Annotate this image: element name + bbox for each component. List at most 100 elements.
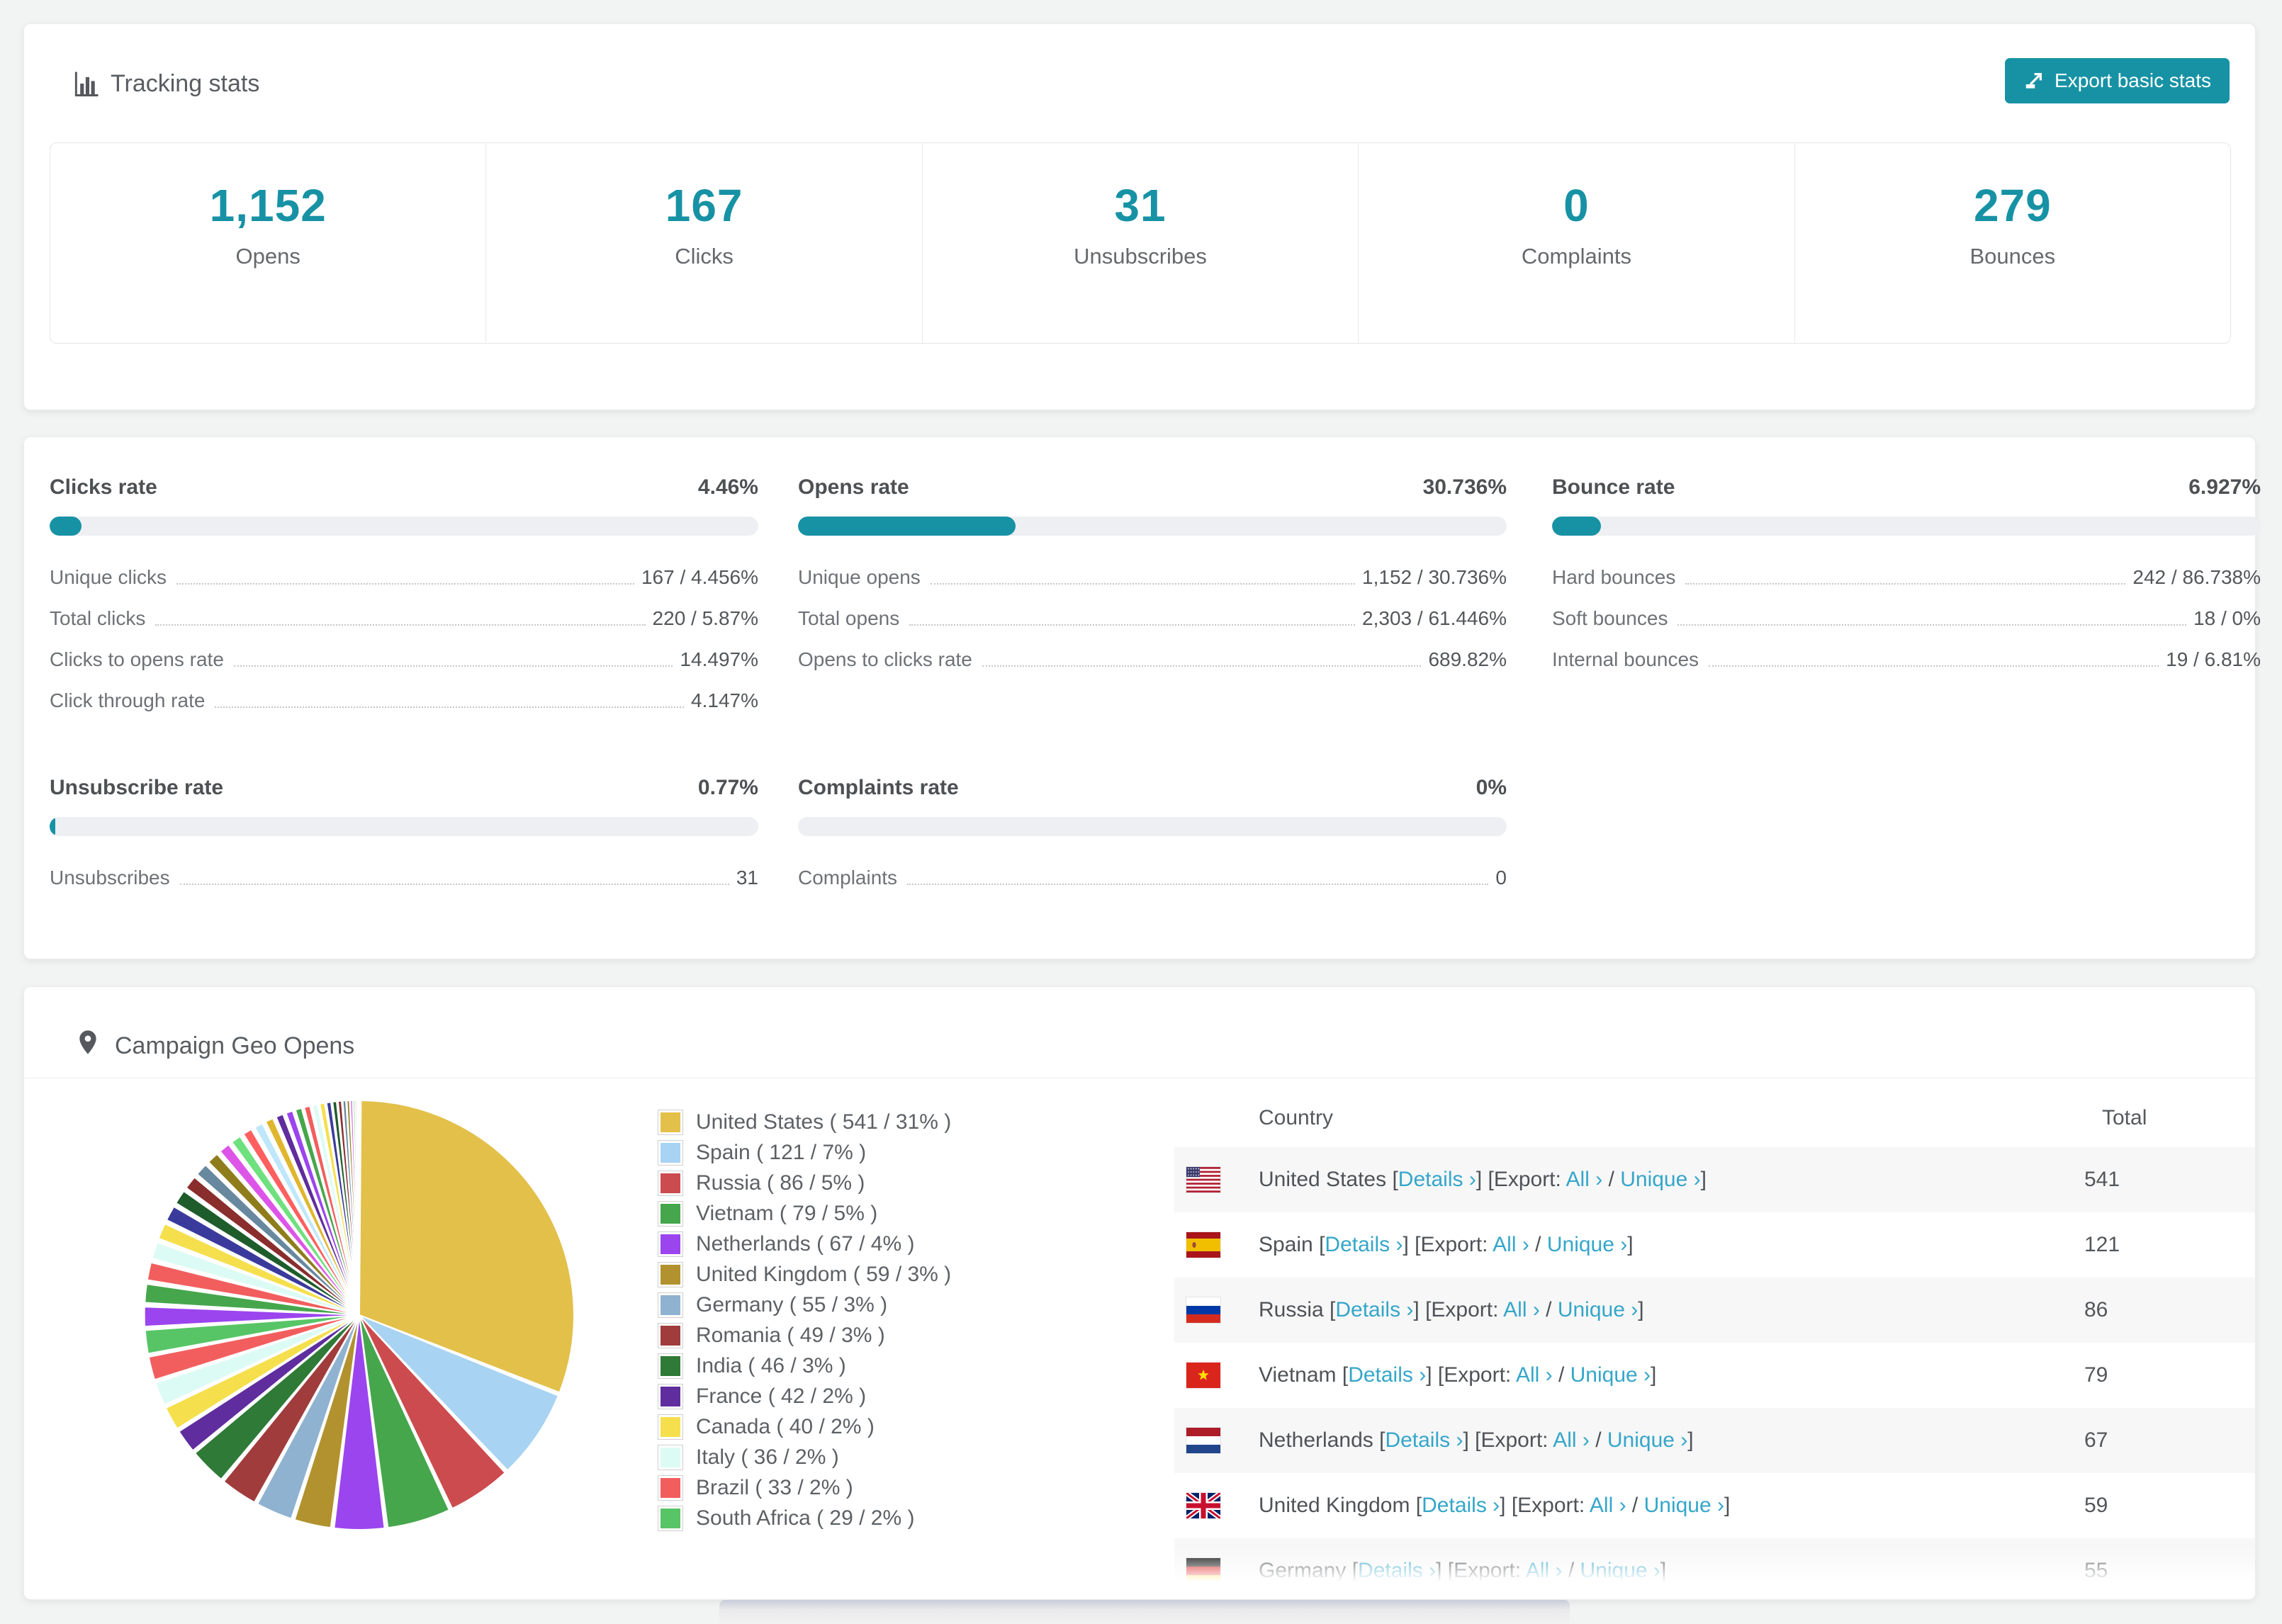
panel-title: Tracking stats (111, 70, 260, 97)
bottom-scrollbar[interactable] (719, 1600, 1570, 1624)
rate-detail-label: Complaints (798, 867, 898, 889)
rate-detail-value: 1,152 / 30.736% (1362, 566, 1507, 588)
geo-row-text: United Kingdom [Details ›] [Export: All … (1259, 1494, 1730, 1518)
stat-clicks-label: Clicks (675, 244, 734, 269)
dotted-leader (179, 884, 729, 885)
dotted-leader (907, 884, 1489, 885)
export-basic-stats-button[interactable]: Export basic stats (2005, 58, 2230, 103)
stat-complaints-label: Complaints (1521, 244, 1631, 269)
export-all-link[interactable]: All › (1590, 1494, 1626, 1517)
flag-ru-icon (1186, 1297, 1220, 1323)
stat-clicks: 167 Clicks (485, 143, 921, 343)
rate-detail-row: Soft bounces 18 / 0% (1552, 598, 2261, 639)
country-total: 55 (2084, 1559, 2108, 1582)
country-total: 79 (2084, 1363, 2108, 1387)
rate-detail-row: Hard bounces 242 / 86.738% (1552, 557, 2261, 598)
legend-item[interactable]: Romania ( 49 / 3% ) (658, 1320, 951, 1350)
unsubscribe-rate-fill (50, 817, 55, 836)
export-all-link[interactable]: All › (1553, 1428, 1590, 1452)
unsubscribe-rate-value: 0.77% (697, 776, 758, 799)
opens-rate-progressbar (798, 517, 1507, 536)
details-link[interactable]: Details › (1348, 1363, 1426, 1387)
rate-detail-value: 242 / 86.738% (2132, 566, 2261, 588)
export-unique-link[interactable]: Unique › (1570, 1363, 1651, 1387)
details-link[interactable]: Details › (1335, 1298, 1413, 1321)
legend-label: India ( 46 / 3% ) (696, 1353, 846, 1377)
export-unique-link[interactable]: Unique › (1580, 1559, 1660, 1582)
legend-label: Canada ( 40 / 2% ) (696, 1414, 875, 1438)
geo-table-header: Country Total (1174, 1078, 2255, 1147)
export-unique-link[interactable]: Unique › (1644, 1494, 1724, 1517)
legend-item[interactable]: Germany ( 55 / 3% ) (658, 1290, 951, 1320)
legend-item[interactable]: Netherlands ( 67 / 4% ) (658, 1229, 951, 1259)
stat-unsubscribes-label: Unsubscribes (1074, 244, 1207, 269)
legend-label: South Africa ( 29 / 2% ) (696, 1506, 915, 1530)
stat-bounces-value: 279 (1973, 180, 2052, 231)
rate-detail-value: 14.497% (680, 648, 758, 670)
export-unique-link[interactable]: Unique › (1558, 1298, 1638, 1321)
bounce-rate-fill (1552, 517, 1602, 536)
dotted-leader (1677, 624, 2187, 626)
clicks-rate-fill (50, 517, 82, 536)
geo-table-header-country: Country (1259, 1106, 1334, 1129)
country-total: 59 (2084, 1494, 2108, 1517)
country-name: United States (1259, 1168, 1387, 1191)
details-link[interactable]: Details › (1422, 1494, 1500, 1517)
legend-item[interactable]: United Kingdom ( 59 / 3% ) (658, 1259, 951, 1290)
geo-table-row: Netherlands [Details ›] [Export: All › /… (1174, 1408, 2255, 1473)
legend-swatch (658, 1383, 683, 1409)
export-all-link[interactable]: All › (1516, 1363, 1553, 1387)
dotted-leader (909, 624, 1356, 626)
legend-item[interactable]: South Africa ( 29 / 2% ) (658, 1503, 951, 1533)
separator: / (1529, 1233, 1547, 1256)
details-link[interactable]: Details › (1358, 1559, 1436, 1582)
export-all-link[interactable]: All › (1526, 1559, 1563, 1582)
geo-table-row: Germany [Details ›] [Export: All › / Uni… (1174, 1538, 2255, 1599)
unsubscribe-rate-progressbar (50, 817, 758, 836)
details-link[interactable]: Details › (1385, 1428, 1463, 1452)
clicks-rate-card: Clicks rate 4.46% Unique clicks 167 / 4.45… (50, 475, 758, 721)
export-all-link[interactable]: All › (1566, 1168, 1603, 1191)
country-total: 121 (2084, 1233, 2120, 1256)
rate-detail-row: Total clicks 220 / 5.87% (50, 598, 758, 639)
separator: [ (1313, 1233, 1325, 1256)
legend-item[interactable]: Spain ( 121 / 7% ) (658, 1137, 951, 1168)
clicks-rate-title: Clicks rate (50, 475, 157, 499)
details-link[interactable]: Details › (1398, 1168, 1476, 1191)
legend-label: Vietnam ( 79 / 5% ) (696, 1201, 878, 1225)
rate-detail-label: Soft bounces (1552, 607, 1668, 629)
unsubscribe-rate-card: Unsubscribe rate 0.77% Unsubscribes 31 (50, 776, 758, 898)
details-link[interactable]: Details › (1325, 1233, 1403, 1256)
legend-item[interactable]: Russia ( 86 / 5% ) (658, 1168, 951, 1198)
geo-table-row: Spain [Details ›] [Export: All › / Uniqu… (1174, 1212, 2255, 1278)
legend-item[interactable]: Vietnam ( 79 / 5% ) (658, 1198, 951, 1229)
complaints-rate-title: Complaints rate (798, 776, 959, 799)
rate-detail-value: 4.147% (691, 689, 758, 711)
legend-item[interactable]: Canada ( 40 / 2% ) (658, 1411, 951, 1442)
export-all-link[interactable]: All › (1493, 1233, 1529, 1256)
legend-item[interactable]: France ( 42 / 2% ) (658, 1381, 951, 1411)
legend-swatch (658, 1261, 683, 1287)
geo-pie-legend: United States ( 541 / 31% ) Spain ( 121 /… (658, 1107, 951, 1533)
unsubscribe-rate-title: Unsubscribe rate (50, 776, 224, 799)
legend-swatch (658, 1139, 683, 1166)
export-unique-link[interactable]: Unique › (1620, 1168, 1700, 1191)
bounce-rate-value: 6.927% (2188, 475, 2261, 499)
separator: ] [Export: (1436, 1559, 1526, 1582)
legend-item[interactable]: India ( 46 / 3% ) (658, 1350, 951, 1381)
separator: / (1539, 1298, 1558, 1321)
export-unique-link[interactable]: Unique › (1607, 1428, 1687, 1452)
bounce-rate-title: Bounce rate (1552, 475, 1675, 499)
country-name: Spain (1259, 1233, 1313, 1256)
export-unique-link[interactable]: Unique › (1547, 1233, 1627, 1256)
rate-detail-row: Click through rate 4.147% (50, 680, 758, 721)
stat-bounces: 279 Bounces (1794, 143, 2230, 343)
legend-item[interactable]: Brazil ( 33 / 2% ) (658, 1472, 951, 1503)
legend-item[interactable]: Italy ( 36 / 2% ) (658, 1442, 951, 1472)
separator: [ (1346, 1559, 1359, 1582)
clicks-rate-value: 4.46% (697, 475, 758, 499)
country-name: Netherlands (1259, 1428, 1373, 1452)
export-all-link[interactable]: All › (1503, 1298, 1540, 1321)
geo-table-row: Vietnam [Details ›] [Export: All › / Uni… (1174, 1343, 2255, 1408)
legend-item[interactable]: United States ( 541 / 31% ) (658, 1107, 951, 1137)
